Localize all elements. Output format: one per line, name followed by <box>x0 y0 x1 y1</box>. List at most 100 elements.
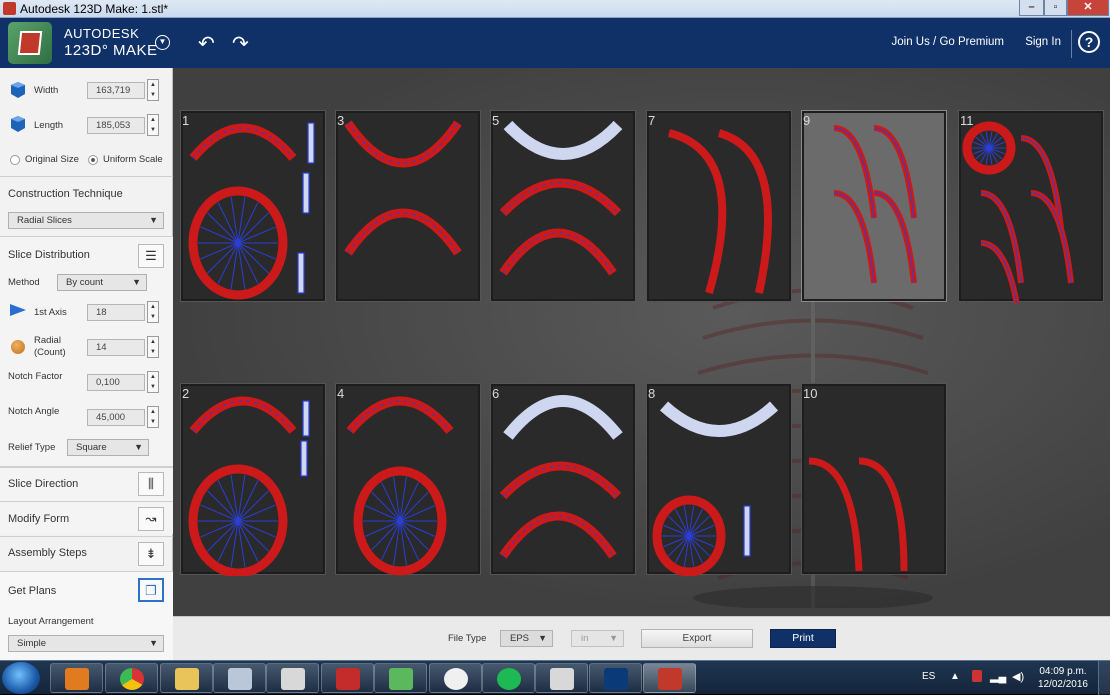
assembly-steps-label: Assembly Steps <box>8 547 87 559</box>
sheet-number: 4 <box>337 386 345 401</box>
width-input[interactable]: 163,719 <box>87 82 145 99</box>
minimize-button[interactable]: – <box>1019 0 1044 16</box>
signin-link[interactable]: Sign In <box>1025 36 1061 48</box>
network-icon[interactable] <box>972 670 982 682</box>
export-button[interactable]: Export <box>641 629 753 648</box>
assembly-steps-icon[interactable]: ⇟ <box>138 542 164 566</box>
sheet-number: 10 <box>803 386 818 401</box>
show-desktop-button[interactable] <box>1098 661 1110 695</box>
notch-angle-input[interactable]: 45,000 <box>87 409 145 426</box>
clock[interactable]: 04:09 p.m. 12/02/2016 <box>1038 665 1088 691</box>
taskbar-123dmake[interactable] <box>643 663 696 693</box>
join-link[interactable]: Join Us / Go Premium <box>892 36 1004 48</box>
maximize-button[interactable]: ▫ <box>1044 0 1067 16</box>
title-bar: Autodesk 123D Make: 1.stl* – ▫ ✕ <box>0 0 1110 18</box>
sheet-slices <box>188 122 315 300</box>
sheet-number: 3 <box>337 113 345 128</box>
system-tray: ES ▲ ▂▄ ◀) 04:09 p.m. 12/02/2016 <box>910 661 1110 695</box>
layout-canvas[interactable]: 1 3 5 7 9 11 2 4 6 8 10 <box>173 68 1110 616</box>
taskbar-sketchbook[interactable] <box>374 663 427 693</box>
taskbar-itunes[interactable] <box>429 663 482 693</box>
sheet-number: 5 <box>492 113 500 128</box>
radial-input[interactable]: 14 <box>87 339 145 356</box>
width-stepper[interactable]: ▲ ▼ <box>147 79 159 101</box>
get-plans-label: Get Plans <box>8 585 57 597</box>
help-icon[interactable]: ? <box>1078 31 1100 53</box>
folder-icon <box>175 668 199 690</box>
notch-angle-stepper[interactable]: ▲ ▼ <box>147 406 159 428</box>
sheet-page[interactable]: 9 <box>801 110 947 302</box>
modify-form-icon[interactable]: ↝ <box>138 507 164 531</box>
axis1-input[interactable]: 18 <box>87 304 145 321</box>
radial-sub-label: (Count) <box>34 347 66 358</box>
sheet-page[interactable]: 3 <box>335 110 481 302</box>
taskbar-chrome[interactable] <box>105 663 158 693</box>
slice-direction-section[interactable]: Slice Direction ⫼ <box>0 466 173 501</box>
method-dropdown[interactable]: By count ▼ <box>57 274 147 291</box>
signal-icon[interactable]: ▂▄ <box>990 670 1006 683</box>
modify-form-section[interactable]: Modify Form ↝ <box>0 501 173 536</box>
slice-direction-icon[interactable]: ⫼ <box>138 472 164 496</box>
start-button[interactable] <box>2 662 40 694</box>
get-plans-icon[interactable]: ❐ <box>138 578 164 602</box>
app-logo[interactable] <box>8 22 52 64</box>
close-button[interactable]: ✕ <box>1067 0 1109 16</box>
taskbar-calculator[interactable] <box>213 663 266 693</box>
tray-arrow-icon[interactable]: ▲ <box>950 671 960 682</box>
taskbar-spotify[interactable] <box>482 663 535 693</box>
layout-arrangement-dropdown[interactable]: Simple ▼ <box>8 635 164 652</box>
app-icon <box>550 668 574 690</box>
length-input[interactable]: 185,053 <box>87 117 145 134</box>
language-indicator[interactable]: ES <box>922 671 935 682</box>
sheet-number: 2 <box>182 386 190 401</box>
method-value: By count <box>66 277 103 288</box>
dropdown-arrow-icon: ▼ <box>149 215 158 225</box>
sheet-page[interactable]: 7 <box>646 110 792 302</box>
distribution-menu-icon[interactable]: ☰ <box>138 244 164 268</box>
redo-icon[interactable]: ↷ <box>232 31 249 56</box>
volume-icon[interactable]: ◀) <box>1012 670 1024 683</box>
undo-icon[interactable]: ↶ <box>198 31 215 56</box>
slice-distribution-label: Slice Distribution <box>8 249 90 261</box>
sheet-number: 6 <box>492 386 500 401</box>
print-button[interactable]: Print <box>770 629 836 648</box>
sheet-slices <box>499 395 623 559</box>
relief-type-dropdown[interactable]: Square ▼ <box>67 439 149 456</box>
length-icon <box>11 116 25 132</box>
taskbar-autocad[interactable] <box>321 663 374 693</box>
assembly-steps-section[interactable]: Assembly Steps ⇟ <box>0 536 173 571</box>
taskbar-app-1[interactable] <box>266 663 319 693</box>
radial-icon <box>11 340 25 354</box>
notch-factor-input[interactable]: 0,100 <box>87 374 145 391</box>
uniform-scale-radio[interactable] <box>88 155 98 165</box>
brand-product: 123D° MAKE <box>64 42 158 59</box>
dropdown-arrow-icon: ▼ <box>134 442 143 452</box>
sheet-page[interactable]: 1 <box>180 110 326 302</box>
sheet-page[interactable]: 4 <box>335 383 481 576</box>
sheet-page[interactable]: 2 <box>180 383 326 576</box>
original-size-radio[interactable] <box>10 155 20 165</box>
unit-dropdown[interactable]: in ▼ <box>571 630 624 647</box>
sheet-slices <box>188 396 310 576</box>
sheet-number: 9 <box>803 113 811 128</box>
construction-dropdown[interactable]: Radial Slices ▼ <box>8 212 164 229</box>
windows-taskbar: ES ▲ ▂▄ ◀) 04:09 p.m. 12/02/2016 <box>0 660 1110 695</box>
length-stepper[interactable]: ▲ ▼ <box>147 114 159 136</box>
layout-arrangement-label: Layout Arrangement <box>8 616 94 627</box>
taskbar-photoshop[interactable] <box>589 663 642 693</box>
sheet-page[interactable]: 6 <box>490 383 636 575</box>
taskbar-app-2[interactable] <box>535 663 588 693</box>
axis1-stepper[interactable]: ▲ ▼ <box>147 301 159 323</box>
radial-stepper[interactable]: ▲ ▼ <box>147 336 159 358</box>
sheet-page[interactable]: 5 <box>490 110 636 302</box>
notch-factor-stepper[interactable]: ▲ ▼ <box>147 371 159 393</box>
file-type-dropdown[interactable]: EPS ▼ <box>500 630 553 647</box>
sheet-page[interactable]: 10 <box>801 383 947 575</box>
construction-section: Construction Technique Radial Slices ▼ <box>0 176 173 236</box>
sketch-icon <box>389 668 413 690</box>
sheet-page[interactable]: 8 <box>646 383 792 576</box>
taskbar-explorer[interactable] <box>160 663 213 693</box>
chevron-down-icon[interactable]: ▼ <box>155 35 170 50</box>
sheet-page[interactable]: 11 <box>958 110 1104 303</box>
taskbar-media-player[interactable] <box>50 663 103 693</box>
